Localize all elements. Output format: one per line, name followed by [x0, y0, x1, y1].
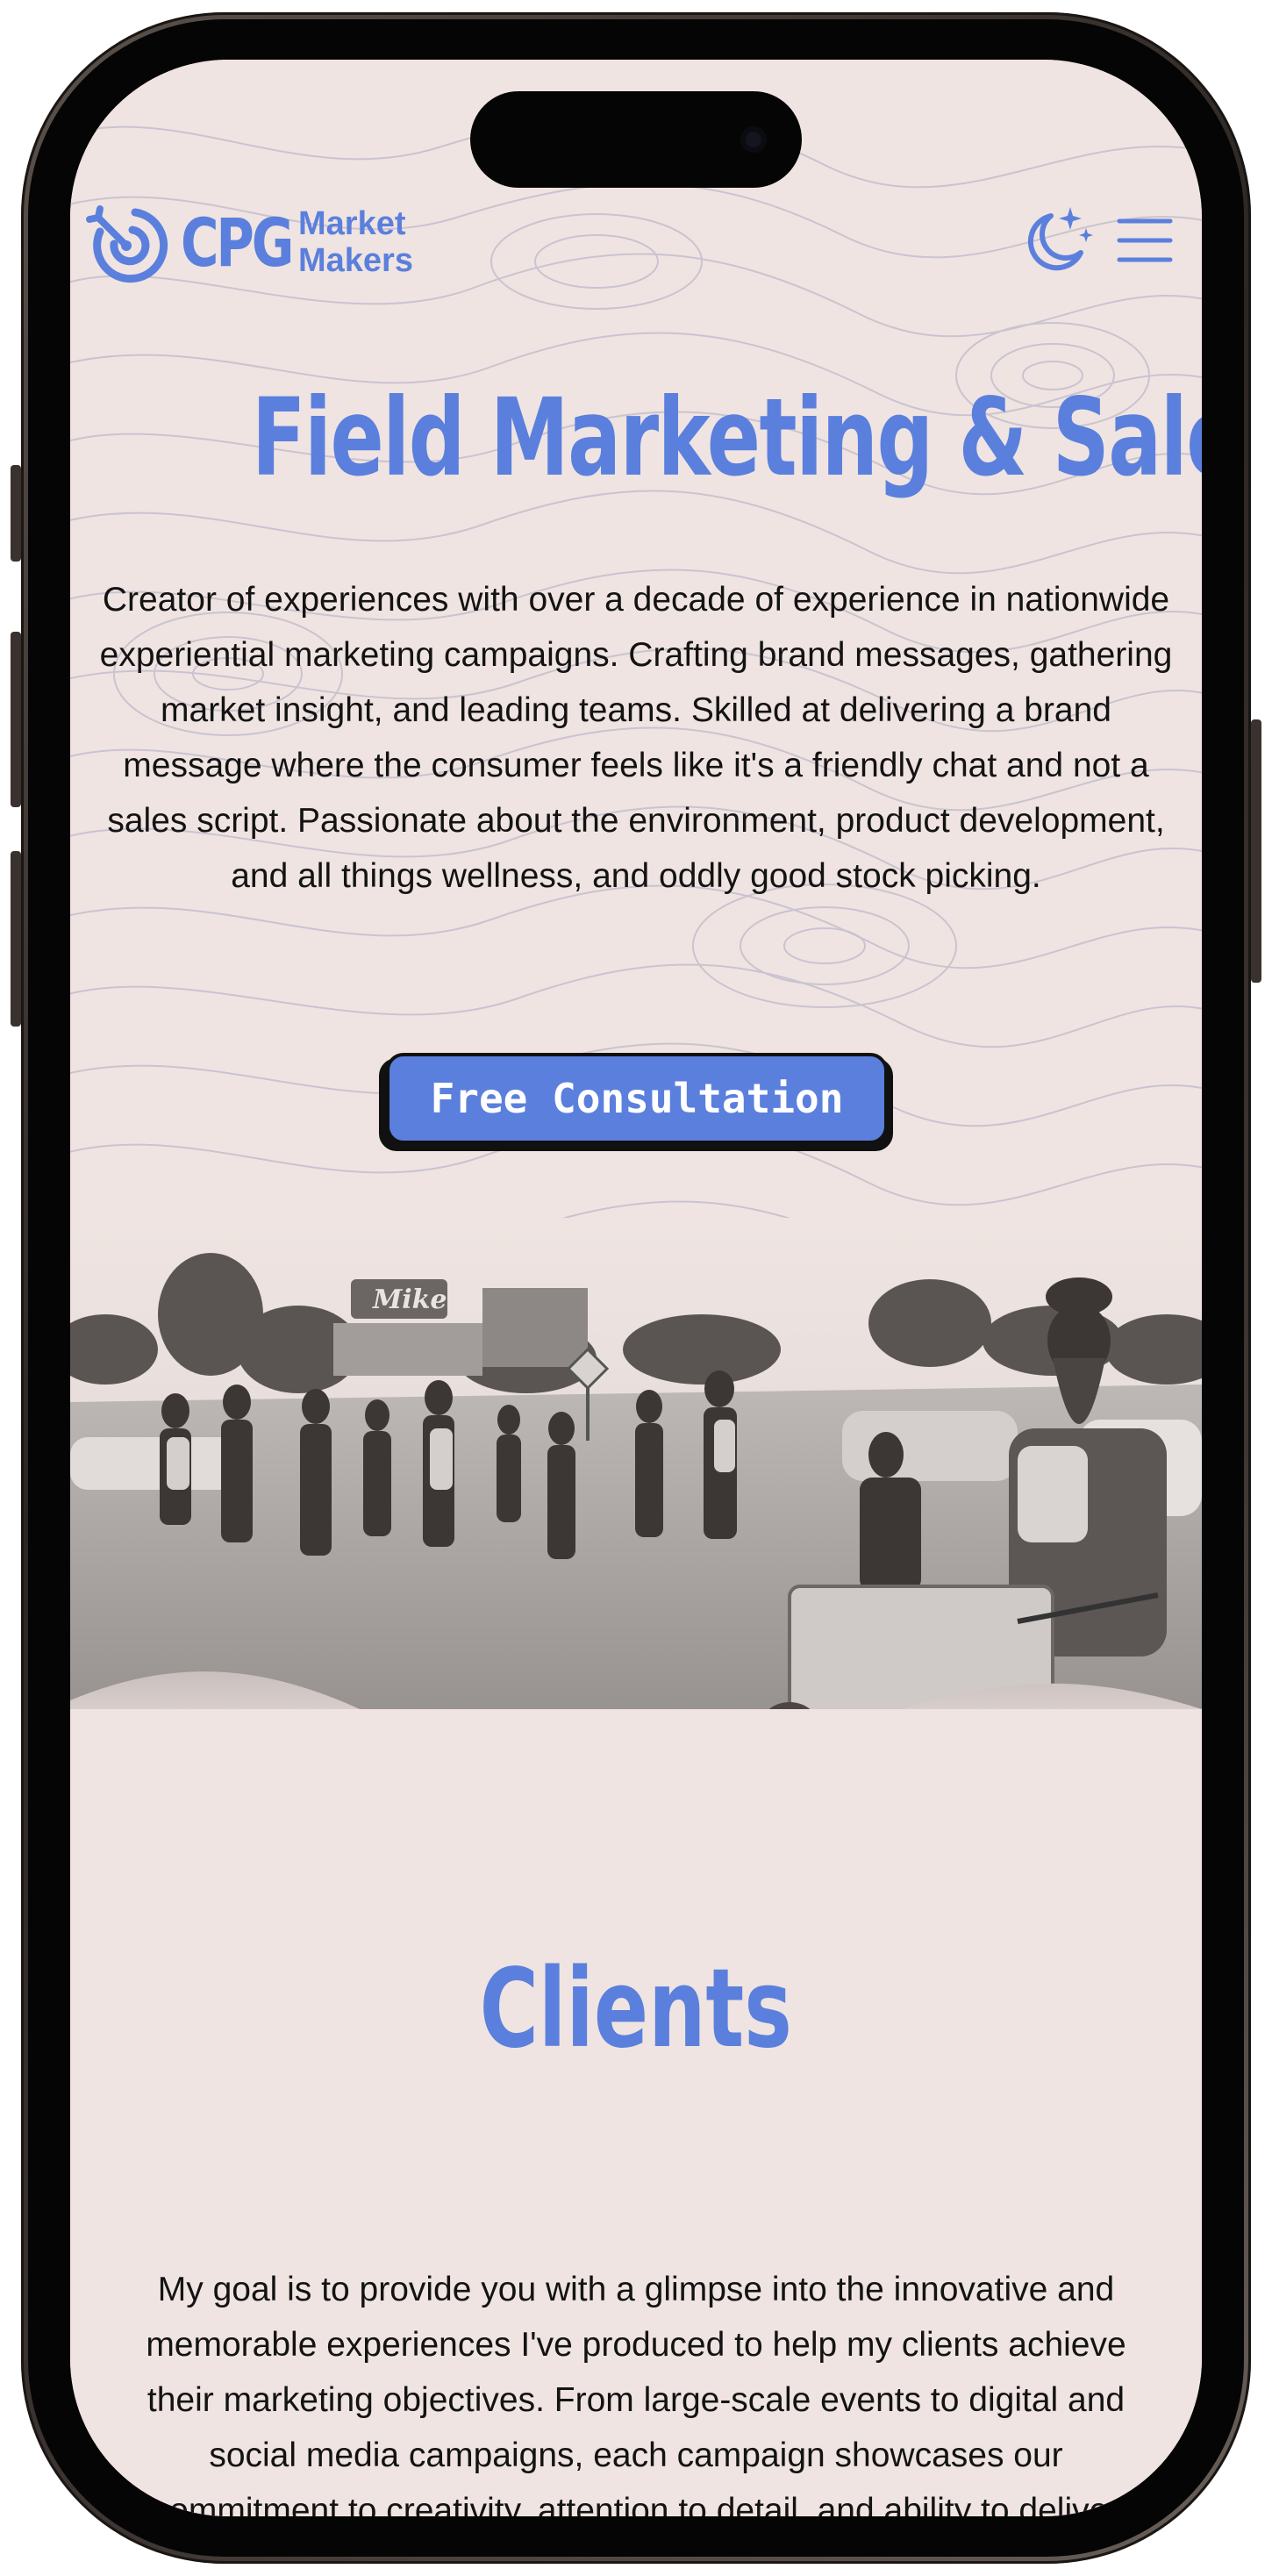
- dynamic-island: [470, 91, 802, 188]
- power-button: [1251, 719, 1261, 983]
- volume-down-button: [11, 851, 21, 1027]
- clients-description: My goal is to provide you with a glimpse…: [146, 2271, 1126, 2516]
- brand-abbr: CPG: [181, 203, 294, 282]
- camera-icon: [740, 126, 767, 153]
- screen: CPG Market Makers Field Marketing & Sale…: [70, 60, 1202, 2516]
- button-label: Free Consultation: [386, 1053, 888, 1144]
- hamburger-menu-icon[interactable]: [1116, 216, 1174, 265]
- hero-section: CPG Market Makers Field Marketing & Sale…: [70, 60, 1202, 1323]
- brand-logo[interactable]: CPG Market Makers: [84, 198, 413, 286]
- shop-sign-text: Mike's: [372, 1284, 470, 1315]
- free-consultation-button[interactable]: Free Consultation: [379, 1053, 893, 1151]
- moon-stars-icon[interactable]: [1018, 200, 1097, 279]
- action-button: [11, 465, 21, 562]
- brand-line-1: Market: [298, 205, 406, 242]
- target-logo-icon: [86, 205, 168, 283]
- volume-up-button: [11, 632, 21, 807]
- hero-title-text: Field Marketing & Sales: [251, 376, 1202, 500]
- brand-line-2: Makers: [298, 242, 413, 279]
- clients-title-text: Clients: [479, 1946, 793, 2072]
- hero-title: Field Marketing & Sales: [70, 376, 1202, 500]
- clients-title: Clients: [70, 1946, 1202, 2072]
- brand-name: Market Makers: [298, 205, 413, 279]
- hero-description: Creator of experiences with over a decad…: [99, 581, 1173, 895]
